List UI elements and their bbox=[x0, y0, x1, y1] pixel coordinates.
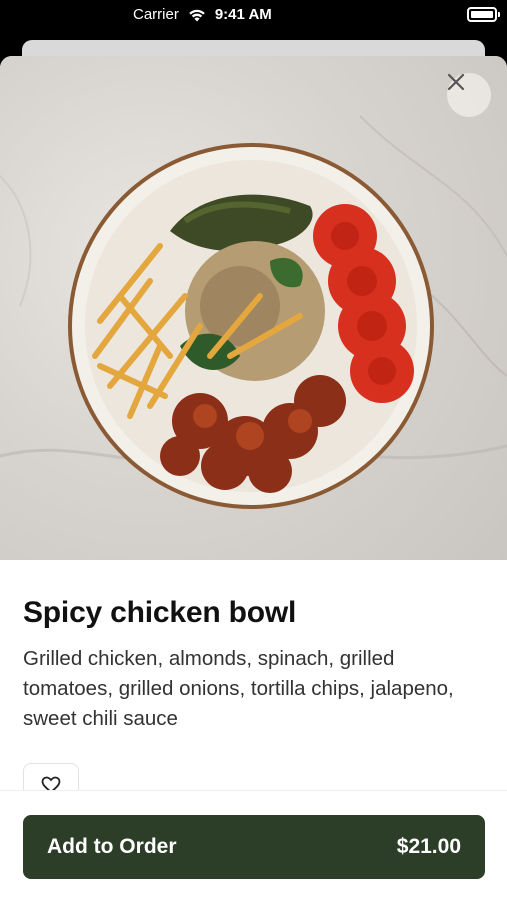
status-bar: Carrier 9:41 AM bbox=[0, 0, 507, 32]
time-label: 9:41 AM bbox=[214, 6, 272, 23]
add-to-order-label: Add to Order bbox=[47, 835, 177, 858]
battery-icon bbox=[467, 7, 500, 22]
price-label: $21.00 bbox=[396, 835, 461, 858]
status-center: Carrier 9:41 AM bbox=[133, 6, 272, 23]
bowl-of-food-photo bbox=[0, 56, 507, 560]
food-illustration bbox=[0, 115, 507, 509]
order-footer: Add to Order $21.00 bbox=[0, 790, 507, 900]
item-title: Spicy chicken bowl bbox=[23, 596, 297, 629]
item-description: Grilled chicken, almonds, spinach, grill… bbox=[23, 647, 454, 730]
item-detail-sheet: Spicy chicken bowl Grilled chicken, almo… bbox=[0, 56, 507, 900]
close-icon bbox=[447, 73, 465, 91]
wifi-icon bbox=[189, 9, 205, 21]
carrier-label: Carrier bbox=[133, 6, 179, 23]
close-button[interactable] bbox=[447, 73, 491, 117]
add-to-order-button[interactable]: Add to Order $21.00 bbox=[23, 815, 485, 879]
